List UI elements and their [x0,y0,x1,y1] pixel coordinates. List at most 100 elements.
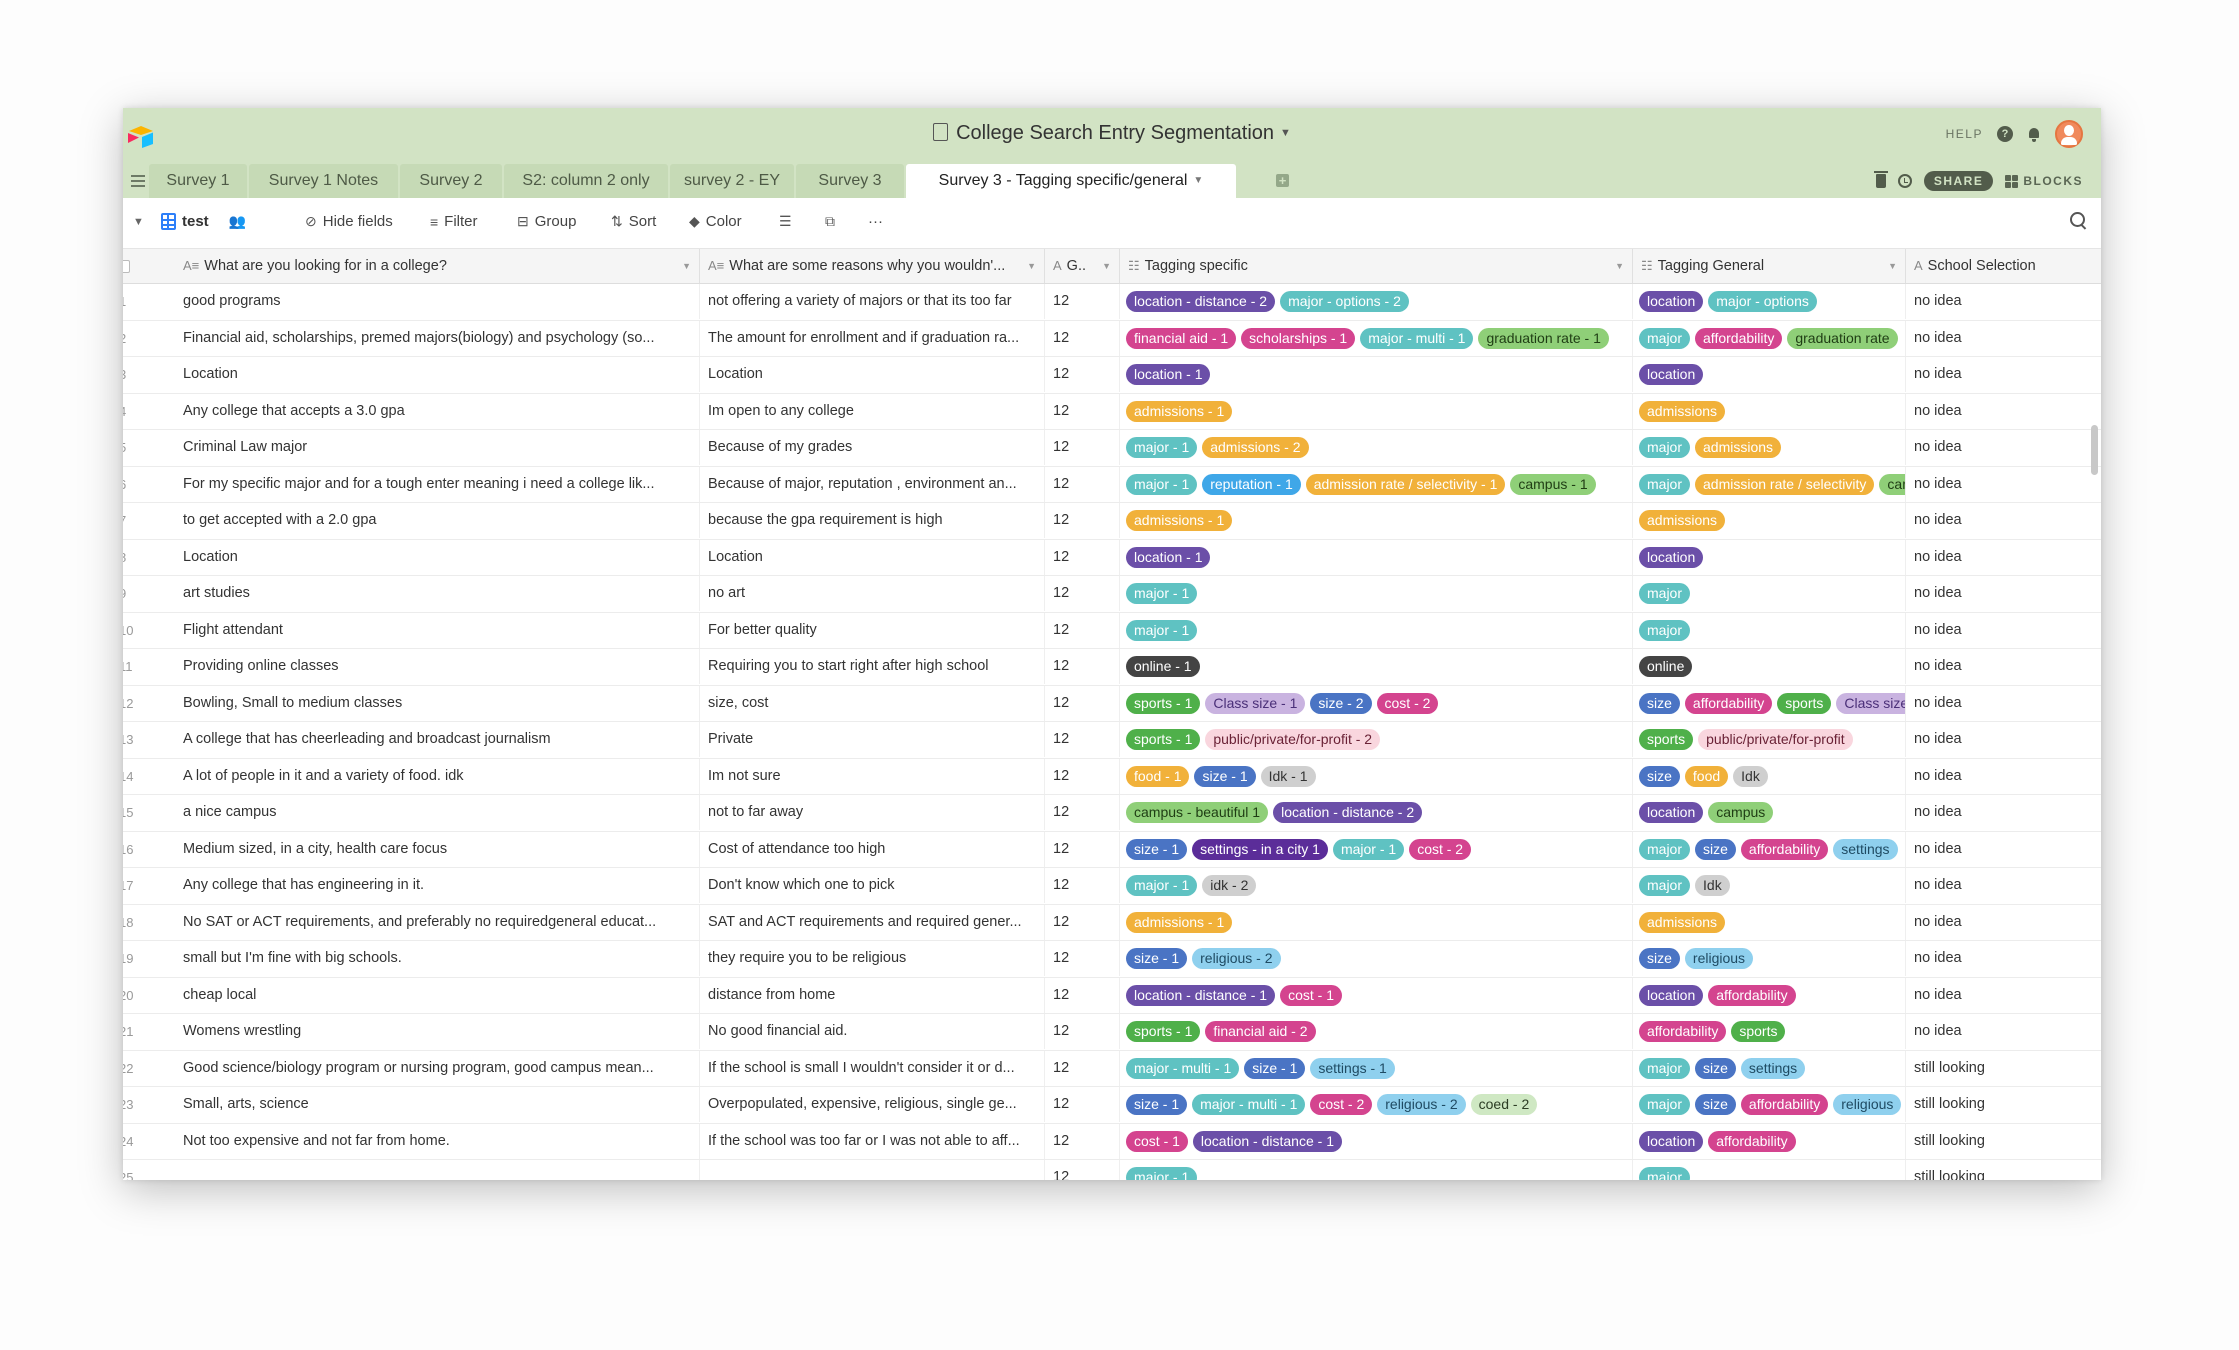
cell-tagging-specific[interactable]: sports - 1 public/private/for-profit - 2 [1120,722,1633,757]
tab-survey-2[interactable]: Survey 2 [400,164,502,198]
cell-q2[interactable]: they require you to be religious [700,941,1045,976]
table-row[interactable]: 16 Medium sized, in a city, health care f… [123,831,2101,868]
table-row[interactable]: 23 Small, arts, scienceOverpopulated, exp… [123,1087,2101,1124]
cell-tagging-general[interactable]: major affordability graduation rate [1633,320,1906,356]
table-row[interactable]: 10 Flight attendantFor better quality12 ma… [123,612,2101,649]
cell-tagging-specific[interactable]: campus - beautiful 1 location - distance … [1120,795,1633,830]
cell-tagging-specific[interactable]: major - 1 reputation - 1 admission rate / … [1120,466,1633,502]
trash-icon[interactable] [1873,171,1888,188]
cell-grade[interactable]: 12 [1045,430,1120,465]
cell-q1[interactable]: Financial aid, scholarships, premed majo… [175,320,700,356]
cell-q1[interactable]: good programs [175,284,700,319]
table-row[interactable]: 3LocationLocation12location - 1locationn… [123,357,2101,394]
cell-tagging-general[interactable]: sports public/private/for-profit [1633,722,1906,757]
cell-tagging-specific[interactable]: major - 1 idk - 2 [1120,868,1633,903]
cell-q1[interactable]: No SAT or ACT requirements, and preferab… [175,904,700,940]
base-title[interactable]: College Search Entry Segmentation ▼ [123,122,2101,145]
cell-grade[interactable]: 12 [1045,795,1120,830]
cell-tagging-specific[interactable]: major - multi - 1 size - 1 settings - 1 [1120,1050,1633,1086]
cell-q2[interactable]: not to far away [700,795,1045,830]
cell-q2[interactable]: Overpopulated, expensive, religious, sin… [700,1087,1045,1122]
cell-school-selection[interactable]: no idea [1906,649,2101,684]
cell-tagging-general[interactable]: major [1633,612,1906,648]
cell-grade[interactable]: 12 [1045,612,1120,648]
cell-q1[interactable]: For my specific major and for a tough en… [175,466,700,502]
filter-button[interactable]: ≡ Filter [430,213,478,230]
cell-tagging-general[interactable]: major size affordability settings [1633,831,1906,867]
cell-q1[interactable]: art studies [175,576,700,611]
hide-fields-button[interactable]: ⊘ Hide fields [305,213,393,230]
cell-q1[interactable]: Location [175,357,700,392]
cell-tagging-specific[interactable]: major - 1 [1120,576,1633,611]
cell-q1[interactable]: A college that has cheerleading and broa… [175,722,700,757]
table-row[interactable]: 19 small but I'm fine with big schools.th… [123,941,2101,978]
table-row[interactable]: 17 Any college that has engineering in it… [123,868,2101,905]
blocks-button[interactable]: BLOCKS [2005,174,2083,188]
cell-tagging-specific[interactable]: major - 1 [1120,1160,1633,1180]
cell-tagging-general[interactable]: admissions [1633,503,1906,538]
table-row[interactable]: 11 Providing online classesRequiring you … [123,649,2101,686]
column-header-grade[interactable]: A G.. ▼ [1045,249,1120,283]
cell-q2[interactable]: Private [700,722,1045,757]
cell-q1[interactable]: Bowling, Small to medium classes [175,685,700,721]
cell-tagging-specific[interactable]: location - distance - 1 cost - 1 [1120,977,1633,1013]
cell-q1[interactable]: A lot of people in it and a variety of f… [175,758,700,794]
cell-tagging-general[interactable]: location major - options [1633,284,1906,319]
cell-school-selection[interactable]: no idea [1906,978,2101,1013]
column-header-q2[interactable]: A≡ What are some reasons why you wouldn'.… [700,249,1045,283]
view-switcher[interactable]: test 👥 [161,213,246,230]
cell-q1[interactable]: Criminal Law major [175,430,700,465]
cell-school-selection[interactable]: no idea [1906,357,2101,392]
cell-tagging-general[interactable]: major [1633,576,1906,611]
cell-school-selection[interactable]: no idea [1906,467,2101,502]
cell-tagging-general[interactable]: location [1633,357,1906,392]
table-row[interactable]: 25 12 major - 1 major still looking [123,1160,2101,1180]
cell-q2[interactable]: For better quality [700,612,1045,648]
table-row[interactable]: 15a nice campusnot to far away12campus -… [123,795,2101,832]
cell-grade[interactable]: 12 [1045,320,1120,356]
table-row[interactable]: 20cheap localdistance from home12locatio… [123,977,2101,1014]
cell-school-selection[interactable]: no idea [1906,430,2101,465]
cell-tagging-general[interactable]: location campus [1633,795,1906,830]
cell-q1[interactable]: small but I'm fine with big schools. [175,941,700,976]
cell-grade[interactable]: 12 [1045,758,1120,794]
cell-q1[interactable]: Medium sized, in a city, health care foc… [175,831,700,867]
cell-school-selection[interactable]: no idea [1906,686,2101,721]
group-button[interactable]: ⊟ Group [517,213,576,230]
table-row[interactable]: 22 Good science/biology program or nursin… [123,1050,2101,1087]
cell-school-selection[interactable]: no idea [1906,284,2101,319]
cell-q2[interactable]: The amount for enrollment and if graduat… [700,320,1045,356]
cell-tagging-general[interactable]: major Idk [1633,868,1906,903]
cell-tagging-general[interactable]: affordability sports [1633,1014,1906,1049]
chevron-down-icon[interactable]: ▼ [1102,249,1111,283]
cell-tagging-general[interactable]: admissions [1633,393,1906,429]
cell-grade[interactable]: 12 [1045,868,1120,903]
view-menu-caret-icon[interactable]: ▼ [133,216,144,228]
chevron-down-icon[interactable]: ▼ [1615,249,1624,283]
cell-school-selection[interactable]: no idea [1906,503,2101,538]
add-table-button[interactable]: + [1276,174,1289,187]
cell-school-selection[interactable]: no idea [1906,394,2101,429]
vertical-scrollbar[interactable] [2091,425,2098,475]
column-header-tagging-specific[interactable]: ☷ Tagging specific ▼ [1120,249,1633,283]
tab-survey-3-tagging[interactable]: Survey 3 - Tagging specific/general ▼ [906,164,1236,198]
tab-survey-1[interactable]: Survey 1 [149,164,247,198]
table-row[interactable]: 1good programsnot offering a variety of … [123,284,2101,321]
cell-q2[interactable]: If the school was too far or I was not a… [700,1123,1045,1159]
cell-tagging-general[interactable]: size affordability sports Class size [1633,685,1906,721]
table-row[interactable]: 4Any college that accepts a 3.0 gpaIm op… [123,393,2101,430]
select-all-checkbox[interactable] [123,260,130,273]
cell-school-selection[interactable]: still looking [1906,1160,2101,1180]
table-row[interactable]: 12 Bowling, Small to medium classessize, … [123,685,2101,722]
chevron-down-icon[interactable]: ▼ [682,249,691,283]
cell-grade[interactable]: 12 [1045,1123,1120,1159]
cell-q2[interactable]: size, cost [700,685,1045,721]
cell-school-selection[interactable]: no idea [1906,941,2101,976]
cell-school-selection[interactable]: no idea [1906,321,2101,356]
table-row[interactable]: 21 Womens wrestlingNo good financial aid.… [123,1014,2101,1051]
column-header-tagging-general[interactable]: ☷ Tagging General ▼ [1633,249,1906,283]
cell-q1[interactable]: Womens wrestling [175,1014,700,1049]
cell-school-selection[interactable]: no idea [1906,1014,2101,1049]
cell-tagging-specific[interactable]: cost - 1 location - distance - 1 [1120,1123,1633,1159]
column-header-q1[interactable]: A≡ What are you looking for in a college?… [175,249,700,283]
